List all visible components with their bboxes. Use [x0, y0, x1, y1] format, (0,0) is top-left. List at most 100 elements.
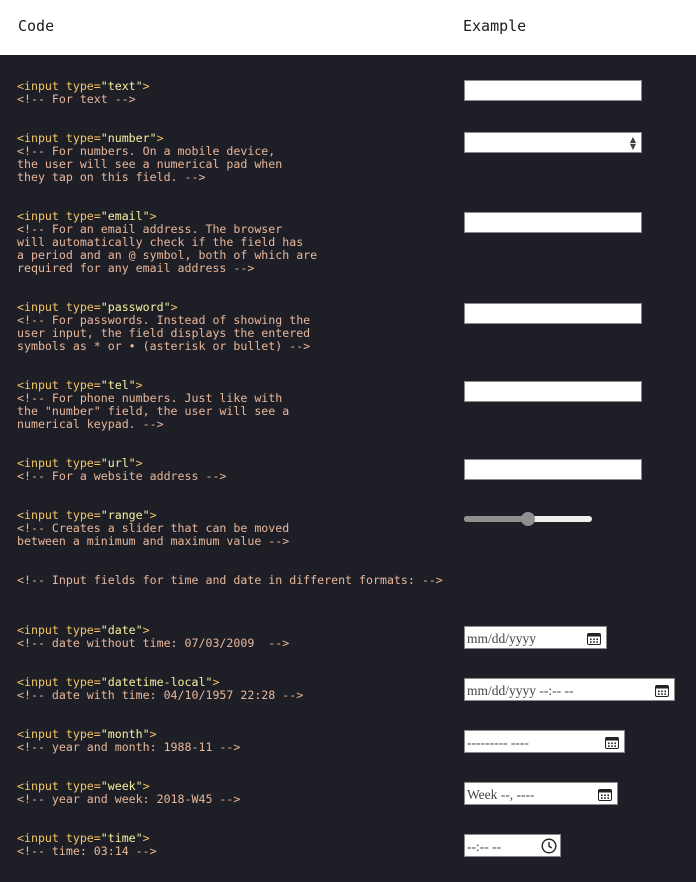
tag-close: >: [149, 209, 157, 223]
clock-icon[interactable]: [541, 838, 557, 854]
code-snippet: <!-- Input fields for time and date in d…: [17, 574, 443, 587]
example-cell: [464, 212, 642, 233]
code-comment: <!-- For an email address. The browser w…: [17, 222, 318, 275]
code-comment: <!-- year and month: 1988-11 -->: [17, 740, 241, 754]
example-cell: [464, 381, 642, 402]
example-cell: mm/dd/yyyy --:-- --: [464, 678, 675, 701]
week-input[interactable]: Week --, ----: [464, 782, 618, 805]
code-comment: <!-- date with time: 04/10/1957 22:28 --…: [17, 688, 304, 702]
datetime-placeholder: mm/dd/yyyy --:-- --: [467, 683, 574, 698]
tag-close: >: [135, 456, 143, 470]
tag-close: >: [142, 831, 150, 845]
type-value: "number": [100, 131, 157, 145]
tag-open: <input type=: [17, 378, 101, 392]
code-snippet: <input type="tel"> <!-- For phone number…: [17, 379, 289, 431]
example-cell: Week --, ----: [464, 782, 618, 805]
tag-open: <input type=: [17, 779, 101, 793]
code-snippet: <input type="email"> <!-- For an email a…: [17, 210, 317, 275]
code-snippet: <input type="text"> <!-- For text -->: [17, 80, 150, 106]
tag-open: <input type=: [17, 209, 101, 223]
code-comment: <!-- For a website address -->: [17, 469, 227, 483]
code-comment: <!-- Creates a slider that can be moved …: [17, 521, 290, 548]
slider-fill: [464, 516, 528, 522]
example-column-header: Example: [463, 17, 527, 35]
tag-open: <input type=: [17, 508, 101, 522]
type-value: "month": [100, 727, 150, 741]
code-snippet: <input type="datetime-local"> <!-- date …: [17, 676, 303, 702]
tag-close: >: [212, 675, 220, 689]
text-input[interactable]: [464, 80, 642, 101]
tag-close: >: [170, 300, 178, 314]
url-input[interactable]: [464, 459, 642, 480]
number-input[interactable]: ▲ ▼: [464, 132, 642, 153]
time-input[interactable]: --:-- --: [464, 834, 561, 857]
example-cell: ▲ ▼: [464, 132, 642, 153]
calendar-icon[interactable]: [587, 632, 601, 645]
example-cell: [464, 511, 592, 527]
range-slider[interactable]: [464, 511, 592, 527]
tel-input[interactable]: [464, 381, 642, 402]
tag-close: >: [142, 623, 150, 637]
code-snippet: <input type="url"> <!-- For a website ad…: [17, 457, 226, 483]
example-cell: [464, 303, 642, 324]
code-comment: <!-- time: 03:14 -->: [17, 844, 157, 858]
tag-close: >: [142, 79, 150, 93]
type-value: "text": [100, 79, 143, 93]
email-input[interactable]: [464, 212, 642, 233]
month-placeholder: --------- ----: [467, 735, 529, 750]
type-value: "week": [100, 779, 143, 793]
type-value: "url": [100, 456, 136, 470]
password-input[interactable]: [464, 303, 642, 324]
slider-thumb[interactable]: [521, 512, 535, 526]
time-placeholder: --:-- --: [467, 839, 502, 854]
code-comment: <!-- For passwords. Instead of showing t…: [17, 313, 311, 353]
tag-open: <input type=: [17, 623, 101, 637]
tag-open: <input type=: [17, 300, 101, 314]
tag-open: <input type=: [17, 831, 101, 845]
type-value: "range": [100, 508, 150, 522]
date-input[interactable]: mm/dd/yyyy: [464, 626, 607, 649]
datetime-local-input[interactable]: mm/dd/yyyy --:-- --: [464, 678, 675, 701]
tag-close: >: [149, 727, 157, 741]
code-comment: <!-- year and week: 2018-W45 -->: [17, 792, 241, 806]
code-snippet: <input type="week"> <!-- year and week: …: [17, 780, 240, 806]
type-value: "time": [100, 831, 143, 845]
example-cell: [464, 459, 642, 480]
code-snippet: <input type="number"> <!-- For numbers. …: [17, 132, 282, 184]
code-snippet: <input type="month"> <!-- year and month…: [17, 728, 240, 754]
month-input[interactable]: --------- ----: [464, 730, 625, 753]
table-header: Code Example: [0, 0, 696, 55]
code-column-header: Code: [18, 17, 55, 35]
code-snippet: <input type="time"> <!-- time: 03:14 -->: [17, 832, 157, 858]
tag-open: <input type=: [17, 456, 101, 470]
tag-close: >: [156, 131, 164, 145]
tag-open: <input type=: [17, 79, 101, 93]
code-snippet: <input type="range"> <!-- Creates a slid…: [17, 509, 289, 548]
tag-open: <input type=: [17, 675, 101, 689]
calendar-icon[interactable]: [605, 736, 619, 749]
type-value: "email": [100, 209, 150, 223]
code-comment: <!-- For phone numbers. Just like with t…: [17, 391, 290, 431]
type-value: "datetime-local": [100, 675, 213, 689]
code-comment: <!-- For text -->: [17, 92, 136, 106]
week-placeholder: Week --, ----: [467, 787, 535, 802]
spinner-arrows-icon[interactable]: ▲ ▼: [629, 136, 637, 151]
example-cell: --:-- --: [464, 834, 561, 857]
tag-close: >: [149, 508, 157, 522]
example-cell: [464, 80, 642, 101]
type-value: "password": [100, 300, 171, 314]
code-snippet: <input type="password"> <!-- For passwor…: [17, 301, 310, 353]
date-placeholder: mm/dd/yyyy: [467, 631, 537, 646]
code-snippet: <input type="date"> <!-- date without ti…: [17, 624, 289, 650]
tag-open: <input type=: [17, 727, 101, 741]
example-cell: mm/dd/yyyy: [464, 626, 607, 649]
code-comment: <!-- For numbers. On a mobile device, th…: [17, 144, 283, 184]
tag-open: <input type=: [17, 131, 101, 145]
calendar-icon[interactable]: [655, 684, 669, 697]
example-cell: --------- ----: [464, 730, 625, 753]
type-value: "tel": [100, 378, 136, 392]
calendar-icon[interactable]: [598, 788, 612, 801]
tag-close: >: [135, 378, 143, 392]
type-value: "date": [100, 623, 143, 637]
code-comment: <!-- Input fields for time and date in d…: [17, 573, 443, 587]
